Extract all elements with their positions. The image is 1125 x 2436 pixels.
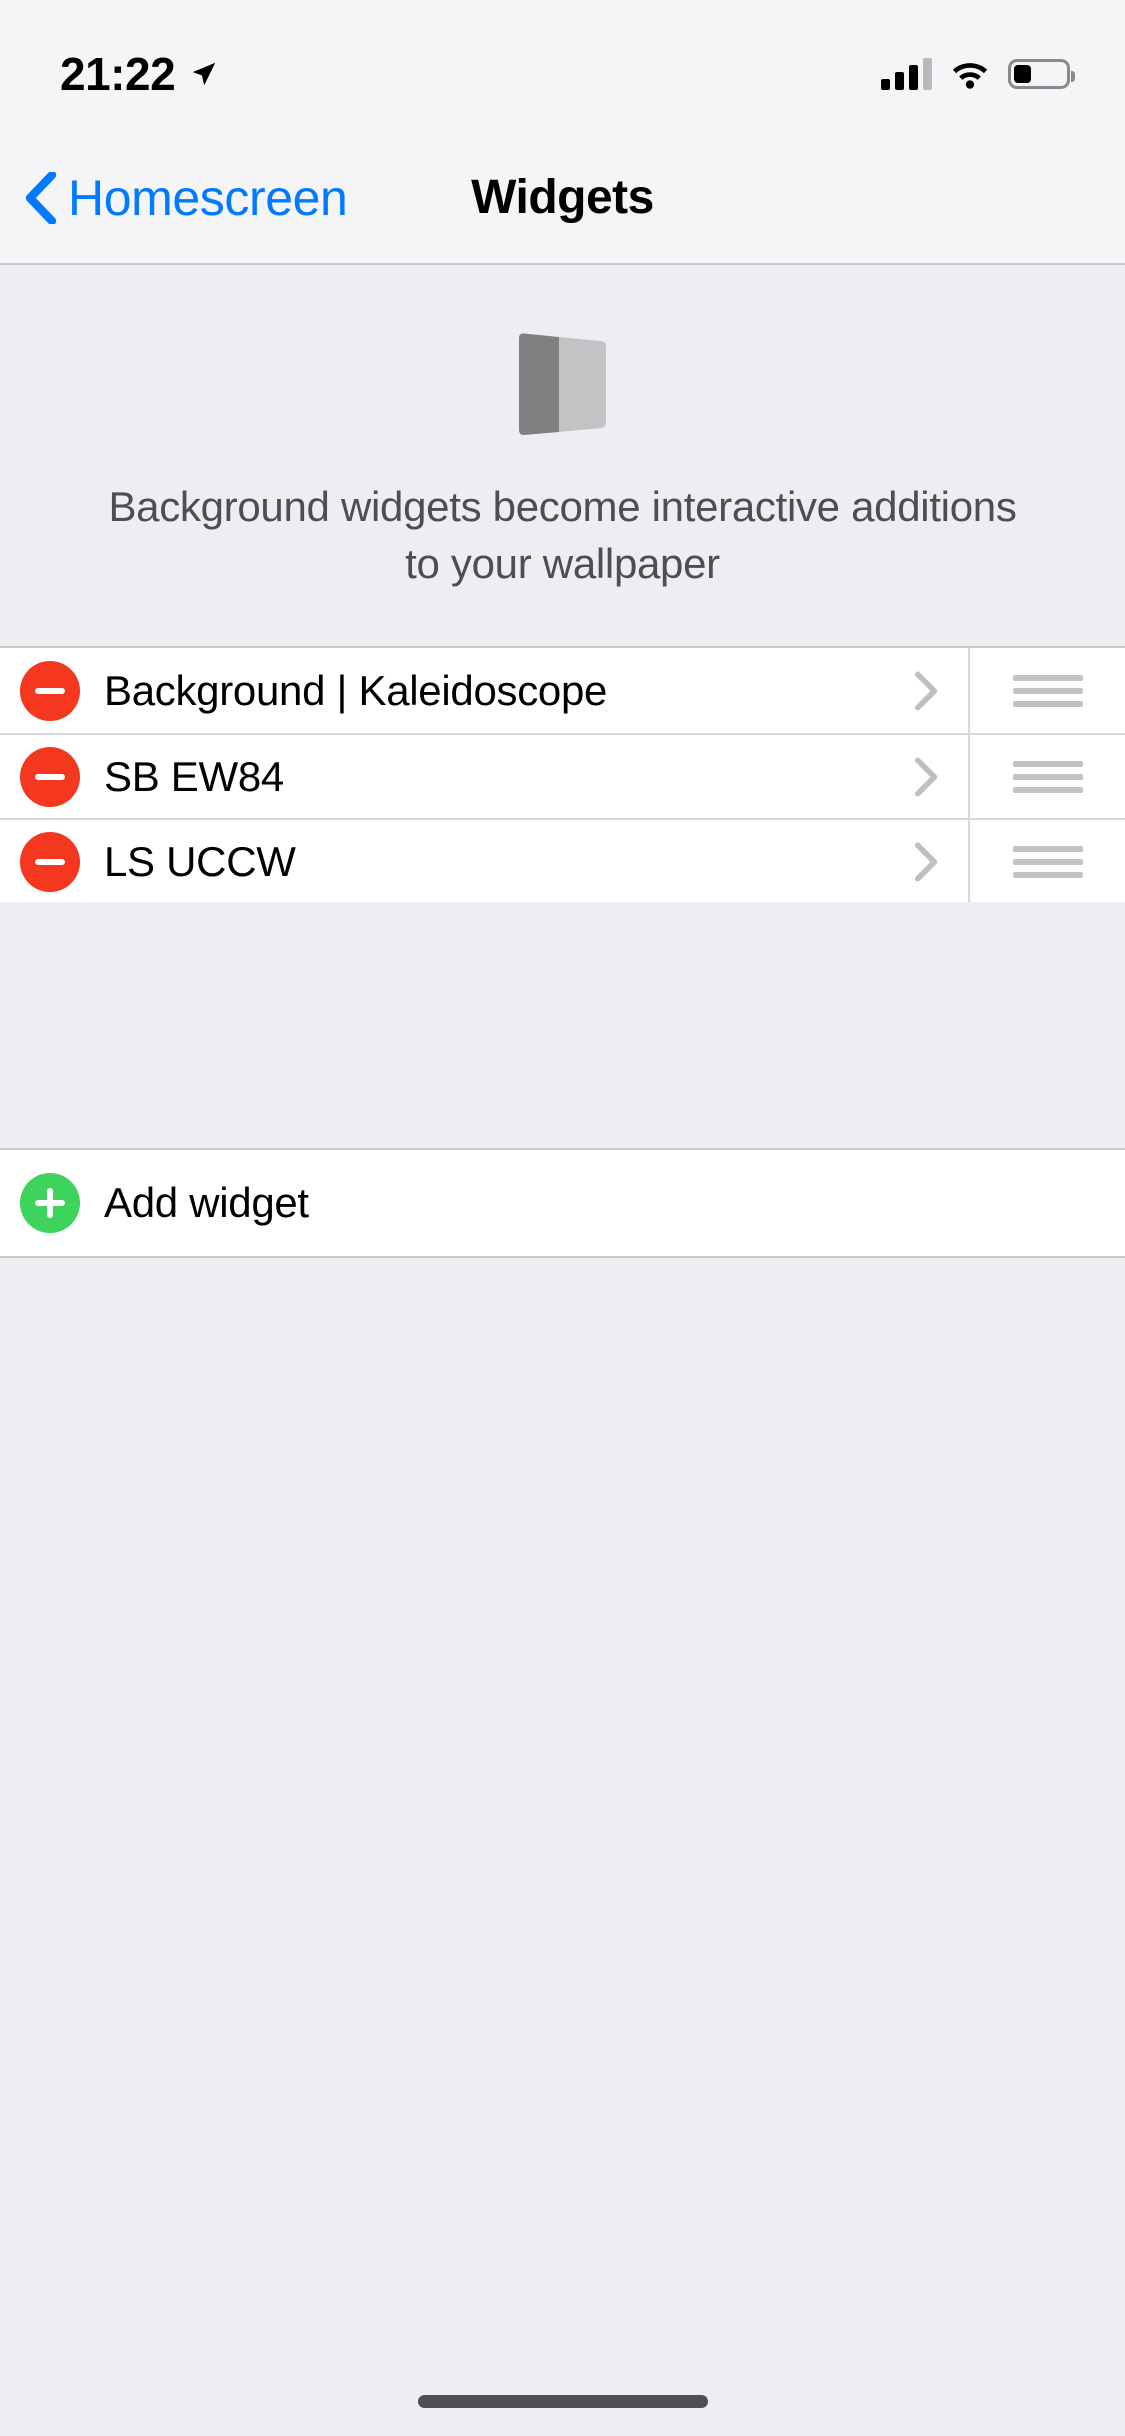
add-widget-section: Add widget (0, 1148, 1125, 1258)
status-bar-right (881, 42, 1075, 90)
widget-row-label: SB EW84 (104, 752, 284, 800)
minus-circle-icon[interactable] (20, 660, 80, 721)
plus-circle-icon[interactable] (20, 1173, 80, 1233)
reorder-handle-icon[interactable] (968, 735, 1125, 818)
table-row[interactable]: LS UCCW (0, 818, 1125, 903)
table-row[interactable]: SB EW84 (0, 733, 1125, 818)
status-bar-left: 21:22 (60, 31, 219, 101)
minus-circle-icon[interactable] (20, 746, 80, 807)
widgets-list: Background | Kaleidoscope SB EW84 LS UCC… (0, 646, 1125, 903)
chevron-right-icon (914, 841, 938, 881)
location-arrow-icon (192, 62, 216, 86)
status-bar-clock: 21:22 (60, 48, 176, 100)
widget-row-label: Background | Kaleidoscope (104, 666, 608, 714)
add-widget-button[interactable]: Add widget (0, 1150, 1125, 1256)
header-section: Background widgets become interactive ad… (0, 265, 1125, 646)
reorder-handle-icon[interactable] (968, 820, 1125, 903)
widget-row-content[interactable]: Background | Kaleidoscope (0, 648, 968, 733)
status-bar: 21:22 (0, 0, 1125, 132)
navigation-bar: Homescreen Widgets (0, 132, 1125, 265)
widget-row-content[interactable]: SB EW84 (0, 735, 968, 818)
widget-row-label: LS UCCW (104, 837, 296, 885)
section-gap (0, 902, 1125, 988)
chevron-right-icon (914, 756, 938, 796)
add-widget-label: Add widget (104, 1179, 309, 1226)
chevron-right-icon (914, 670, 938, 710)
chevron-left-icon (25, 171, 57, 224)
widget-panels-icon (519, 333, 606, 435)
home-indicator[interactable] (417, 2395, 708, 2408)
minus-circle-icon[interactable] (20, 831, 80, 892)
cellular-signal-icon (881, 58, 932, 90)
wifi-icon (952, 63, 988, 89)
back-button-label: Homescreen (68, 169, 348, 226)
empty-content-area (0, 1260, 1125, 2436)
reorder-handle-icon[interactable] (968, 648, 1125, 733)
header-description: Background widgets become interactive ad… (108, 483, 1017, 587)
battery-icon (1008, 59, 1075, 89)
widgets-settings-screen: 21:22 Homescreen Widgets Background widg… (0, 0, 1125, 2436)
table-row[interactable]: Background | Kaleidoscope (0, 648, 1125, 733)
widget-row-content[interactable]: LS UCCW (0, 820, 968, 903)
back-button[interactable]: Homescreen (0, 169, 348, 227)
